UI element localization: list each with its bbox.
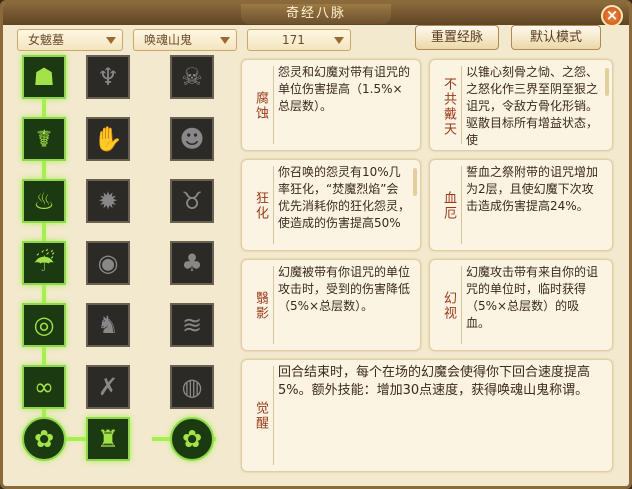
eye-swirl-icon: ◎ bbox=[33, 311, 55, 339]
talent-card-kuanghua[interactable]: 狂化 你召唤的怨灵有10%几率狂化，“焚魔烈焰”会优先消耗你的狂化怨灵，使造成的… bbox=[241, 159, 421, 251]
card-divider bbox=[461, 66, 462, 144]
hooded-spirit-icon: ♜ bbox=[97, 425, 119, 453]
meridian-node[interactable]: ☤ bbox=[22, 117, 66, 161]
meridian-node[interactable]: ☔ bbox=[22, 241, 66, 285]
meridian-node[interactable]: ♆ bbox=[86, 55, 130, 99]
card-divider bbox=[273, 266, 274, 344]
horned-face-icon: ♉ bbox=[181, 187, 203, 215]
vortex-icon: ◍ bbox=[181, 373, 203, 401]
talent-name: 不共戴天 bbox=[441, 77, 456, 137]
wraith-icon: ♞ bbox=[97, 311, 119, 339]
slash-icon: ✗ bbox=[97, 373, 119, 401]
card-divider bbox=[273, 166, 274, 244]
meridian-node[interactable]: ◎ bbox=[22, 303, 66, 347]
meridian-node[interactable]: ◍ bbox=[170, 365, 214, 409]
talent-card-yiying[interactable]: 翳影 幻魔被带有你诅咒的单位攻击时，受到的伤害降低（5%×总层数）。 bbox=[241, 259, 421, 351]
meridian-node[interactable]: ∞ bbox=[22, 365, 66, 409]
eye-flame-icon: ◉ bbox=[97, 249, 119, 277]
card-divider bbox=[273, 66, 274, 144]
talent-desc: 回合结束时，每个在场的幻魔会使得你下回合速度提高5%。额外技能：增加30点速度，… bbox=[278, 365, 591, 398]
meridian-node[interactable]: ✿ bbox=[22, 417, 66, 461]
claw-icon: ☤ bbox=[35, 125, 53, 153]
chevron-down-icon bbox=[334, 37, 344, 44]
talent-desc: 幻魔被带有你诅咒的单位攻击时，受到的伤害降低（5%×总层数）。 bbox=[278, 265, 410, 313]
talent-name: 翳影 bbox=[253, 291, 268, 321]
level-dropdown-value: 171 bbox=[282, 33, 305, 47]
meridian-node[interactable]: ◉ bbox=[86, 241, 130, 285]
meridian-window: 奇经八脉 × 女魃墓 唤魂山鬼 171 重置经脉 默认模式 ☗ ♆ ☠ ☤ ✋ ☻ ♨ ✹ ♉ ☔… bbox=[0, 0, 632, 489]
talent-desc: 以锥心刻骨之恸、之怨、之怒化作三界至阴至狠之诅咒，令敌方骨化形销。驱散目标所有增… bbox=[466, 65, 599, 146]
close-button[interactable]: × bbox=[601, 5, 623, 27]
scrollbar[interactable] bbox=[605, 68, 609, 96]
window-title: 奇经八脉 bbox=[241, 4, 391, 24]
meridian-node[interactable]: ✹ bbox=[86, 179, 130, 223]
talent-name: 腐蚀 bbox=[253, 91, 268, 121]
chevron-down-icon bbox=[220, 37, 230, 44]
meridian-node[interactable]: ☠ bbox=[170, 55, 214, 99]
meridian-node[interactable]: ♨ bbox=[22, 179, 66, 223]
card-divider bbox=[461, 166, 462, 244]
talent-name: 觉醒 bbox=[253, 401, 268, 431]
meridian-tree: ☗ ♆ ☠ ☤ ✋ ☻ ♨ ✹ ♉ ☔ ◉ ♣ ◎ ♞ ≋ ∞ ✗ ◍ ✿ ♜ ✿ bbox=[17, 55, 235, 480]
card-divider bbox=[273, 366, 274, 465]
meridian-node[interactable]: ♉ bbox=[170, 179, 214, 223]
meridian-node[interactable]: ✿ bbox=[170, 417, 214, 461]
talent-desc: 怨灵和幻魔对带有诅咒的单位伤害提高（1.5%×总层数）。 bbox=[278, 65, 410, 113]
skull-burst-icon: ✹ bbox=[97, 187, 119, 215]
meridian-node[interactable]: ♣ bbox=[170, 241, 214, 285]
talent-card-fushi[interactable]: 腐蚀 怨灵和幻魔对带有诅咒的单位伤害提高（1.5%×总层数）。 bbox=[241, 59, 421, 151]
grasp-hand-icon: ✋ bbox=[93, 125, 123, 153]
flame-icon: ♨ bbox=[33, 187, 55, 215]
talent-card-juexing[interactable]: 觉醒 回合结束时，每个在场的幻魔会使得你下回合速度提高5%。额外技能：增加30点… bbox=[241, 359, 613, 472]
meridian-node[interactable]: ✋ bbox=[86, 117, 130, 161]
scrollbar[interactable] bbox=[413, 168, 417, 196]
spiral-orb-icon: ✿ bbox=[181, 425, 203, 453]
sect-dropdown-value: 女魃墓 bbox=[28, 33, 65, 47]
talent-name: 幻视 bbox=[441, 291, 456, 321]
close-icon: × bbox=[605, 6, 619, 24]
meridian-node[interactable]: ♜ bbox=[86, 417, 130, 461]
title-bar: 奇经八脉 × bbox=[3, 3, 629, 27]
character-dropdown-value: 唤魂山鬼 bbox=[144, 33, 193, 47]
reset-meridian-button[interactable]: 重置经脉 bbox=[415, 25, 499, 50]
spiral-eyes-icon: ∞ bbox=[34, 373, 54, 401]
meridian-node[interactable]: ≋ bbox=[170, 303, 214, 347]
character-dropdown[interactable]: 唤魂山鬼 bbox=[133, 29, 237, 51]
default-mode-button[interactable]: 默认模式 bbox=[511, 25, 601, 50]
talent-name: 血厄 bbox=[441, 191, 456, 221]
grin-mask-icon: ☻ bbox=[179, 125, 205, 153]
talent-card-huanshi[interactable]: 幻视 幻魔攻击带有来自你的诅咒的单位时，临时获得（5%×总层数）的吸血。 bbox=[429, 259, 613, 351]
wave-icon: ≋ bbox=[181, 311, 203, 339]
meridian-node[interactable]: ✗ bbox=[86, 365, 130, 409]
chevron-down-icon bbox=[106, 37, 116, 44]
spiral-orb-icon: ✿ bbox=[33, 425, 55, 453]
talent-card-xuee[interactable]: 血厄 誓血之祭附带的诅咒增加为2层，且使幻魔下次攻击造成伤害提高24%。 bbox=[429, 159, 613, 251]
fiend-face-icon: ♆ bbox=[97, 63, 119, 91]
talent-desc: 幻魔攻击带有来自你的诅咒的单位时，临时获得（5%×总层数）的吸血。 bbox=[466, 265, 599, 330]
card-divider bbox=[461, 266, 462, 344]
talent-card-bugongdaitian[interactable]: 不共戴天 以锥心刻骨之恸、之怨、之怒化作三界至阴至狠之诅咒，令敌方骨化形销。驱散… bbox=[429, 59, 613, 151]
talent-panel: 腐蚀 怨灵和幻魔对带有诅咒的单位伤害提高（1.5%×总层数）。 不共戴天 以锥心… bbox=[241, 59, 613, 472]
meridian-node[interactable]: ♞ bbox=[86, 303, 130, 347]
talent-desc: 你召唤的怨灵有10%几率狂化，“焚魔烈焰”会优先消耗你的狂化怨灵，使造成的伤害提… bbox=[278, 165, 410, 230]
talent-desc: 誓血之祭附带的诅咒增加为2层，且使幻魔下次攻击造成伤害提高24%。 bbox=[466, 165, 599, 213]
meridian-node[interactable]: ☗ bbox=[22, 55, 66, 99]
ghost-mask-icon: ☗ bbox=[33, 63, 55, 91]
sect-dropdown[interactable]: 女魃墓 bbox=[17, 29, 123, 51]
demon-mask-icon: ☠ bbox=[181, 63, 203, 91]
talent-name: 狂化 bbox=[253, 191, 268, 221]
fire-pillar-icon: ♣ bbox=[181, 249, 203, 277]
level-dropdown[interactable]: 171 bbox=[247, 29, 351, 51]
meridian-node[interactable]: ☻ bbox=[170, 117, 214, 161]
drip-icon: ☔ bbox=[33, 249, 55, 277]
